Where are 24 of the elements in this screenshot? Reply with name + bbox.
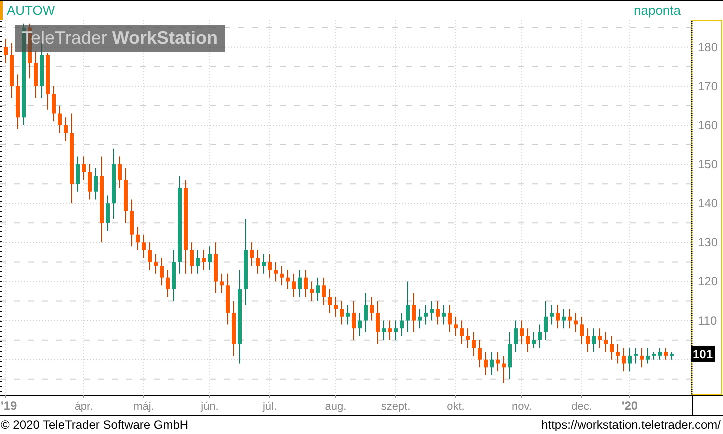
axis-label: júl. [262,401,278,413]
axis-label: dec. [572,401,592,413]
axis-label: ápr. [74,401,94,413]
axis-label: 180 [698,40,718,54]
axis-label: aug. [325,401,347,413]
axis-label: okt. [447,401,465,413]
axis-label: 150 [698,158,718,172]
copyright-text: © 2020 TeleTrader Software GmbH [1,418,189,432]
axis-label: szept. [381,401,411,413]
axis-label: 140 [698,196,718,211]
price-badge: 101 [691,346,715,362]
url-text: https://workstation.teletrader.com/ [542,418,721,432]
axis-label: '20 [622,399,638,413]
axis-label: 110 [698,314,718,328]
axis-label: 130 [698,236,718,250]
axis-label: '19 [1,399,18,413]
symbol-label: AUTOW [7,3,56,18]
interval-label: naponta [634,3,681,18]
axis-label: 170 [698,79,718,94]
axis-label: 120 [698,274,718,289]
axis-label: jún. [201,401,219,413]
axis-label: máj. [134,401,154,413]
axis-label: nov. [512,401,532,413]
axis-label: 160 [698,118,718,132]
